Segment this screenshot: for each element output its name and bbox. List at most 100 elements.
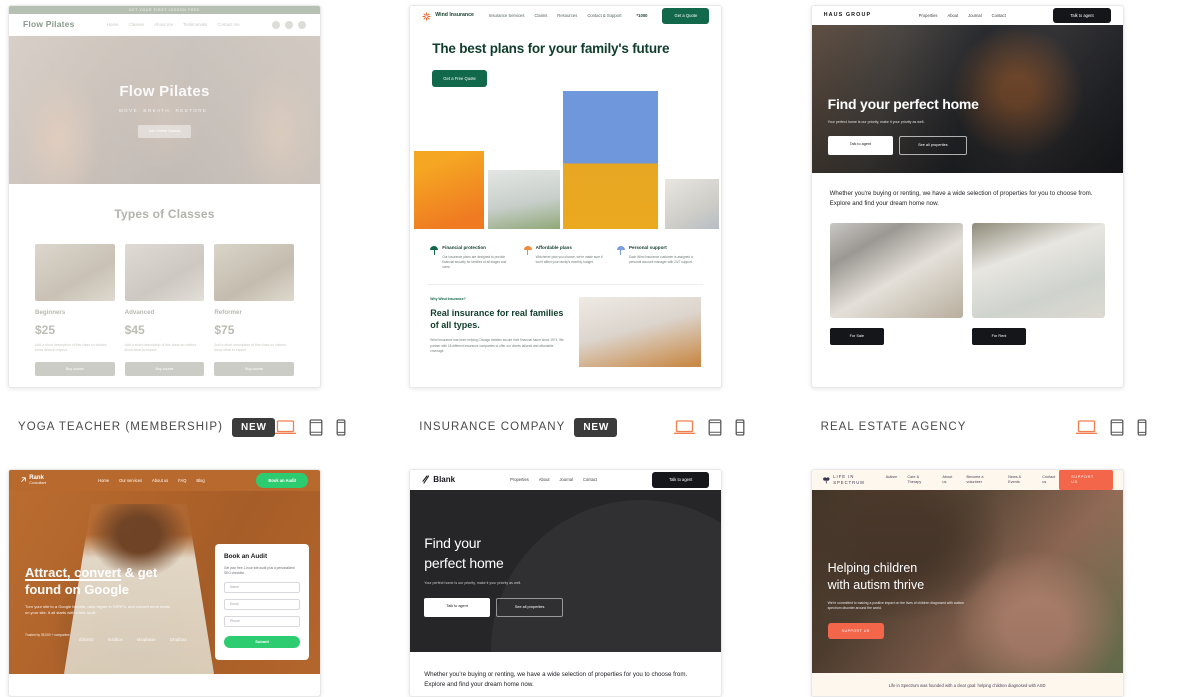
- hero-section: The best plans for your family's future …: [410, 26, 721, 88]
- template-preview-charity[interactable]: LIFE IN SPECTRUM Autism Care & Therapy A…: [810, 469, 1124, 697]
- nav-link[interactable]: Journal: [560, 477, 573, 483]
- phone-input[interactable]: Phone: [224, 615, 300, 627]
- mobile-icon[interactable]: [1137, 418, 1147, 436]
- nav-link[interactable]: FAQ: [178, 478, 186, 484]
- nav-link[interactable]: News & Events: [1008, 475, 1032, 485]
- instagram-icon[interactable]: [272, 21, 280, 29]
- tablet-icon[interactable]: [309, 418, 323, 436]
- free-quote-button[interactable]: Get a Free Quote: [432, 69, 487, 88]
- class-card[interactable]: Beginners $25 Add a short description of…: [35, 244, 115, 377]
- feature-desc: Our insurance plans are designed to prov…: [442, 254, 507, 269]
- class-card[interactable]: Advanced $45 Add a short description of …: [124, 244, 205, 377]
- butterfly-icon: [822, 476, 830, 483]
- nav-link[interactable]: Home: [107, 22, 119, 28]
- see-all-properties-button[interactable]: See all properties: [495, 597, 564, 617]
- section-title: Types of Classes: [114, 207, 215, 221]
- talk-to-agent-button[interactable]: Talk to agent: [652, 472, 710, 488]
- classes-section: Types of Classes Beginners $25 Add a sho…: [9, 184, 320, 377]
- audit-form[interactable]: Book an Audit Get your free 1-hour site …: [215, 544, 309, 660]
- nav-link[interactable]: Blog: [196, 478, 204, 484]
- form-title: Book an Audit: [224, 553, 268, 560]
- nav-link[interactable]: About us: [152, 478, 168, 484]
- mobile-icon[interactable]: [735, 418, 745, 436]
- brand-logo: mailbox: [107, 637, 123, 642]
- for-rent-button[interactable]: For Rent: [971, 328, 1027, 346]
- property-card[interactable]: For Sale: [829, 223, 963, 346]
- nav-link[interactable]: Become a volunteer: [966, 475, 998, 485]
- feature-item: Affordable plans Whichever plan you choo…: [523, 245, 608, 269]
- template-preview-yoga[interactable]: GET YOUR FIRST LESSON FREE Flow Pilates …: [8, 5, 321, 388]
- nav-link[interactable]: Contact: [583, 477, 597, 483]
- name-input[interactable]: Name: [224, 581, 300, 593]
- site-navbar: Blank Properties About Journal Contact T…: [410, 470, 722, 490]
- buy-course-button[interactable]: Buy course: [124, 362, 205, 377]
- nav-link[interactable]: Properties: [510, 477, 529, 483]
- nav-link[interactable]: Care & Therapy: [907, 475, 932, 485]
- tablet-icon[interactable]: [708, 418, 722, 436]
- mobile-icon[interactable]: [336, 418, 346, 436]
- buy-course-button[interactable]: Buy course: [35, 362, 115, 377]
- nav-link[interactable]: About: [539, 477, 550, 483]
- site-logo: Blank: [422, 475, 455, 486]
- email-input[interactable]: Email: [224, 598, 300, 610]
- hero-cta-button[interactable]: Join Online Classes: [137, 124, 192, 138]
- nav-link[interactable]: About me: [154, 22, 173, 28]
- site-logo: 🡥 Rank Consultant: [21, 475, 46, 486]
- nav-link[interactable]: Contact us: [1042, 475, 1059, 485]
- nav-link[interactable]: Classes: [129, 22, 145, 28]
- book-audit-nav-button[interactable]: Book an Audit: [256, 472, 308, 489]
- pinterest-icon[interactable]: [298, 21, 306, 29]
- nav-link[interactable]: Testimonials: [183, 22, 207, 28]
- feature-title: Personal support: [628, 245, 667, 251]
- nav-link[interactable]: Home: [98, 478, 109, 484]
- desktop-icon[interactable]: [1075, 419, 1097, 435]
- nav-link[interactable]: Autism: [886, 475, 898, 485]
- nav-link[interactable]: Claims: [535, 13, 548, 19]
- property-card[interactable]: For Rent: [971, 223, 1105, 346]
- nav-link[interactable]: Contact me: [217, 22, 239, 28]
- properties-section: Whether you're buying or renting, we hav…: [812, 173, 1123, 346]
- hero-title-line1b: & get: [124, 565, 158, 580]
- nav-link[interactable]: Resources: [557, 13, 577, 19]
- hero-subtitle: Your perfect home is our priority, make …: [424, 580, 522, 585]
- submit-button[interactable]: Submit: [224, 635, 300, 648]
- template-cell: HAUS GROUP Properties About Journal Cont…: [803, 0, 1204, 444]
- hero-title: Find your perfect home: [424, 534, 563, 574]
- talk-to-agent-hero-button[interactable]: Talk to agent: [827, 135, 894, 155]
- nav-link[interactable]: Our services: [119, 478, 142, 484]
- hero-subtitle: MOVE. BREATH. RESTORE.: [118, 107, 211, 113]
- nav-link[interactable]: About: [947, 13, 958, 19]
- desktop-icon[interactable]: [274, 419, 296, 435]
- site-navbar: LIFE IN SPECTRUM Autism Care & Therapy A…: [811, 470, 1123, 492]
- logo-text: Blank: [433, 474, 456, 484]
- collage-image: [488, 170, 561, 230]
- nav-link[interactable]: Journal: [968, 13, 981, 19]
- template-preview-realestate[interactable]: HAUS GROUP Properties About Journal Cont…: [810, 5, 1124, 388]
- support-us-nav-button[interactable]: SUPPORT US: [1059, 470, 1113, 492]
- nav-link[interactable]: Contact & Support: [587, 13, 621, 19]
- class-card[interactable]: Reformer $75 Add a short description of …: [214, 244, 295, 377]
- desktop-icon[interactable]: [674, 419, 696, 435]
- nav-link[interactable]: Contact: [992, 13, 1006, 19]
- phone-number[interactable]: *1000: [637, 13, 648, 19]
- support-us-hero-button[interactable]: SUPPORT US: [827, 622, 884, 640]
- hero-title: Flow Pilates: [119, 83, 210, 101]
- class-name: Advanced: [124, 309, 155, 317]
- nav-link[interactable]: About us: [942, 475, 956, 485]
- template-preview-blank[interactable]: Blank Properties About Journal Contact T…: [409, 469, 723, 697]
- nav-link[interactable]: Properties: [919, 13, 938, 19]
- for-sale-button[interactable]: For Sale: [829, 328, 884, 346]
- facebook-icon[interactable]: [285, 21, 293, 29]
- template-preview-insurance[interactable]: Wind Insurance Insurance Services Claims…: [409, 5, 723, 388]
- tablet-icon[interactable]: [1110, 418, 1124, 436]
- talk-to-agent-button[interactable]: Talk to agent: [1053, 7, 1111, 24]
- template-preview-seo[interactable]: 🡥 Rank Consultant Home Our services Abou…: [8, 469, 321, 697]
- get-a-quote-button[interactable]: Get a Quote: [662, 8, 710, 24]
- see-all-properties-button[interactable]: See all properties: [899, 135, 967, 155]
- nav-links: Autism Care & Therapy About us Become a …: [886, 475, 1060, 485]
- buy-course-button[interactable]: Buy course: [214, 362, 295, 377]
- talk-to-agent-hero-button[interactable]: Talk to agent: [424, 597, 490, 617]
- device-switcher: [274, 418, 350, 436]
- blank-mark-icon: [422, 475, 430, 485]
- nav-link[interactable]: Insurance Services: [489, 13, 525, 19]
